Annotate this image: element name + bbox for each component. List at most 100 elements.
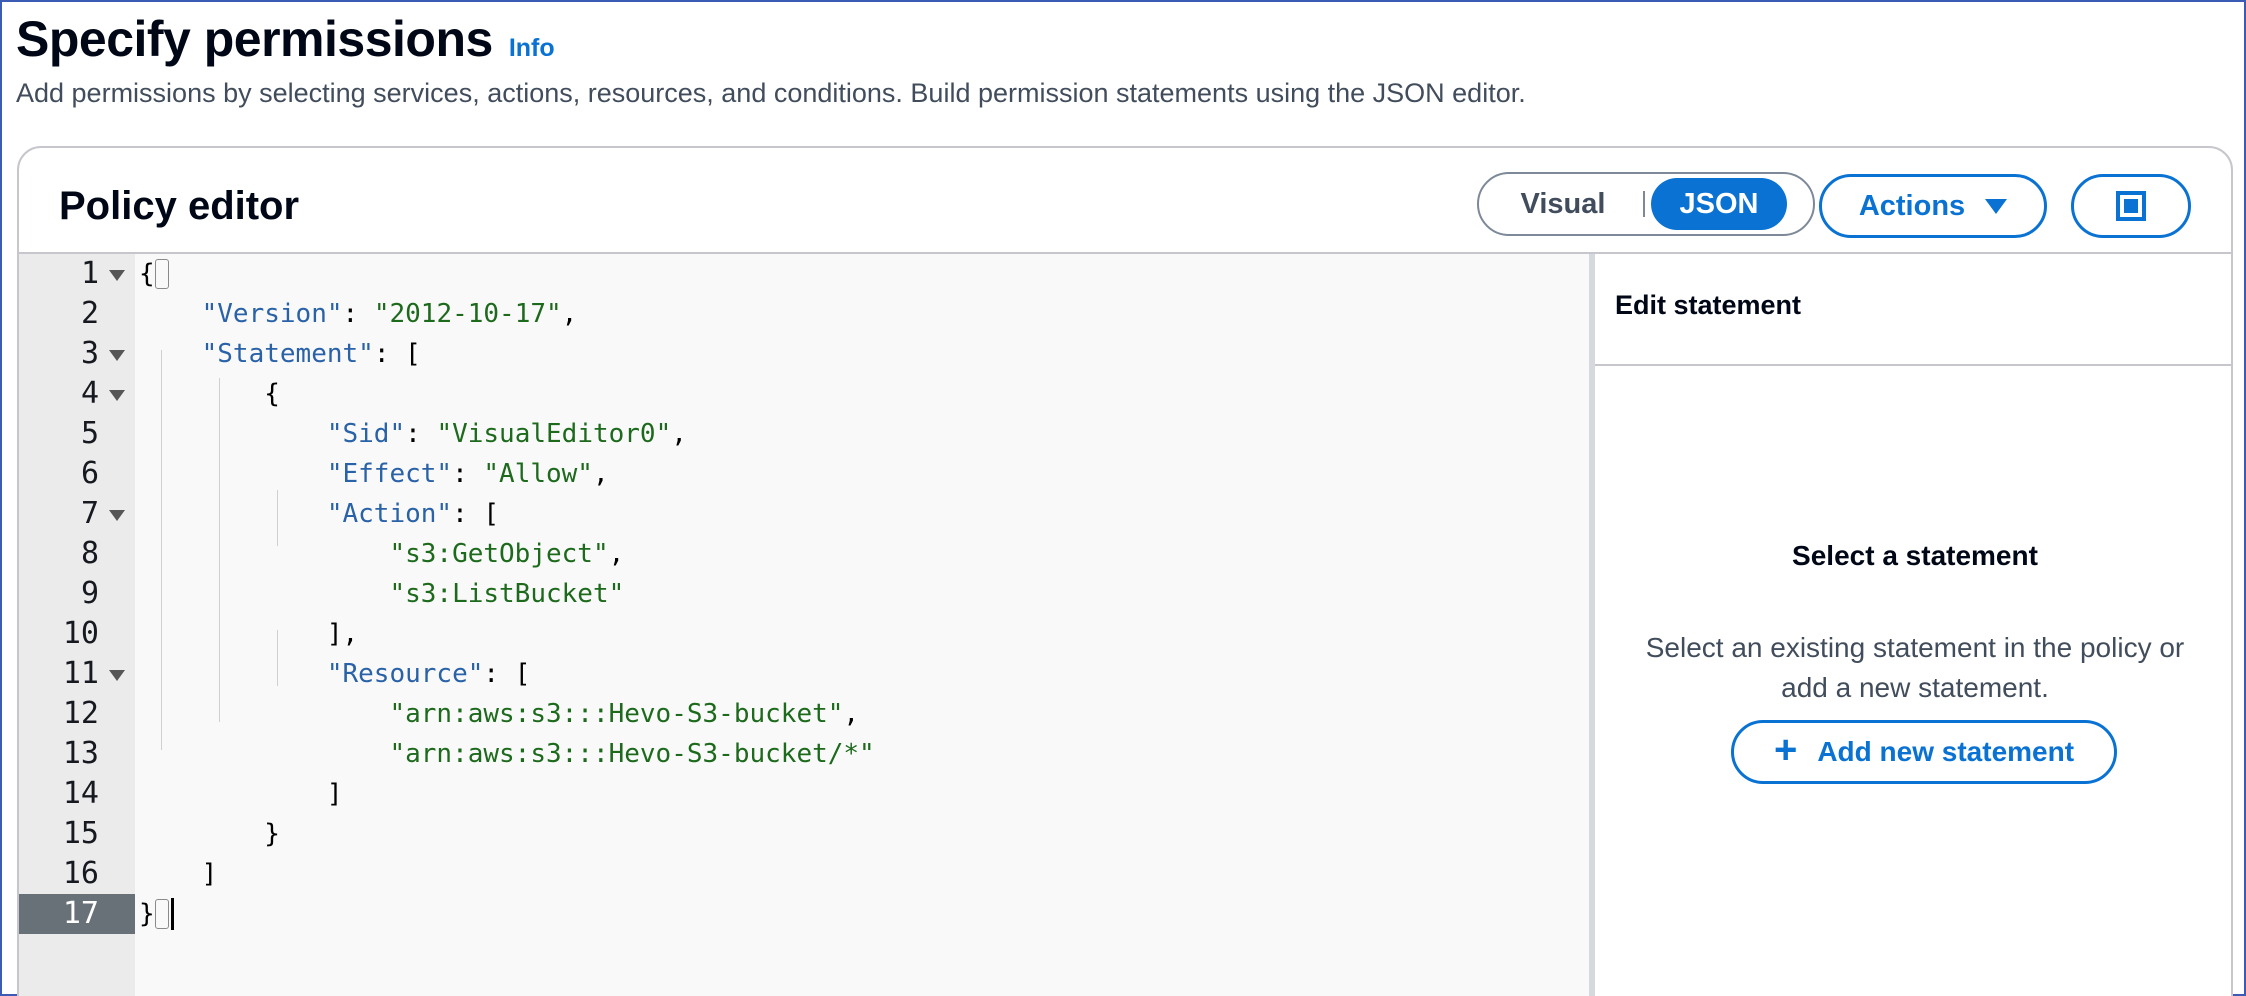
- line-number-text: 4: [80, 376, 99, 411]
- page-description: Add permissions by selecting services, a…: [16, 78, 1526, 108]
- empty-state-title: Select a statement: [1792, 540, 2038, 571]
- json-key: "Action": [326, 499, 453, 529]
- json-key: "Resource": [326, 659, 484, 689]
- json-key: "Effect": [326, 459, 453, 489]
- empty-state-description: Select an existing statement in the poli…: [1645, 632, 2185, 703]
- code-line-1: {: [139, 254, 155, 294]
- fold-toggle-icon[interactable]: [109, 350, 125, 361]
- json-string: "s3:GetObject": [389, 539, 609, 569]
- line-number-text: 15: [62, 816, 99, 851]
- line-number: 5: [19, 414, 135, 454]
- line-number: 8: [19, 534, 135, 574]
- code-line-14: ]: [139, 774, 343, 814]
- code-line-7: "Action": [: [326, 499, 500, 529]
- code-line-15: }: [139, 814, 280, 854]
- policy-editor-header: Policy editor Visual JSON Actions: [19, 148, 2231, 254]
- line-number-text: 10: [62, 616, 99, 651]
- line-number-text: 2: [80, 296, 99, 331]
- caret-down-icon: [1985, 198, 2008, 214]
- policy-editor-container: Policy editor Visual JSON Actions 123456…: [17, 146, 2233, 996]
- fold-toggle-icon[interactable]: [109, 270, 125, 281]
- bracket-match-highlight: [155, 259, 169, 289]
- mode-json-button[interactable]: JSON: [1651, 178, 1787, 230]
- line-number-text: 9: [80, 576, 99, 611]
- code-line-2: "Version": "2012-10-17",: [201, 299, 578, 329]
- text-cursor: [171, 898, 174, 930]
- json-string: "VisualEditor0": [436, 419, 672, 449]
- code-line-4: {: [139, 374, 280, 414]
- code-token: ],: [326, 619, 359, 649]
- line-number-text: 12: [62, 696, 99, 731]
- code-token: {: [139, 259, 155, 289]
- line-number-text: 3: [80, 336, 99, 371]
- split-panel-toggle-button[interactable]: [2071, 174, 2191, 238]
- add-new-statement-button[interactable]: + Add new statement: [1731, 720, 2117, 784]
- plus-icon: +: [1773, 728, 1798, 772]
- line-number-text: 7: [80, 496, 99, 531]
- code-token: {: [264, 379, 280, 409]
- page-header: Specify permissions Info: [16, 10, 555, 68]
- add-new-statement-label: Add new statement: [1817, 736, 2075, 767]
- json-string: "s3:ListBucket": [389, 579, 625, 609]
- code-line-3: "Statement": [: [201, 339, 421, 369]
- code-line-5: "Sid": "VisualEditor0",: [326, 419, 687, 449]
- line-number-text: 6: [80, 456, 99, 491]
- code-token: ]: [326, 779, 343, 809]
- code-line-13: "arn:aws:s3:::Hevo-S3-bucket/*": [139, 734, 875, 774]
- code-line-10: ],: [139, 614, 358, 654]
- line-number: 16: [19, 854, 135, 894]
- line-number: 14: [19, 774, 135, 814]
- json-string: "Allow": [483, 459, 593, 489]
- page-title: Specify permissions: [16, 11, 493, 67]
- info-link[interactable]: Info: [509, 34, 555, 63]
- line-number: 10: [19, 614, 135, 654]
- line-number-text: 11: [62, 656, 99, 691]
- mode-visual-button[interactable]: Visual: [1483, 178, 1643, 230]
- line-number-text: 8: [80, 536, 99, 571]
- json-key: "Version": [201, 299, 343, 329]
- line-number-text: 17: [62, 896, 99, 931]
- json-key: "Sid": [326, 419, 406, 449]
- editor-mode-toggle: Visual JSON: [1477, 172, 1815, 236]
- line-number: 12: [19, 694, 135, 734]
- line-number: 11: [19, 654, 135, 694]
- split-panel-icon: [2116, 191, 2146, 221]
- line-number-text: 14: [62, 776, 99, 811]
- code-line-6: "Effect": "Allow",: [326, 459, 609, 489]
- fold-toggle-icon[interactable]: [109, 390, 125, 401]
- code-line-16: ]: [139, 854, 218, 894]
- actions-label: Actions: [1858, 189, 1966, 222]
- json-key: "Statement": [201, 339, 374, 369]
- code-line-12: "arn:aws:s3:::Hevo-S3-bucket",: [389, 699, 860, 729]
- line-number: 15: [19, 814, 135, 854]
- line-number-text: 13: [62, 736, 99, 771]
- line-number-text: 16: [62, 856, 99, 891]
- bracket-match-highlight: [155, 899, 169, 929]
- code-line-9: "s3:ListBucket": [139, 574, 624, 614]
- line-number: 7: [19, 494, 135, 534]
- code-token: ]: [201, 859, 218, 889]
- fold-toggle-icon[interactable]: [109, 670, 125, 681]
- line-number: 2: [19, 294, 135, 334]
- line-number: 1: [19, 254, 135, 294]
- line-number: 13: [19, 734, 135, 774]
- code-line-8: "s3:GetObject",: [389, 539, 625, 569]
- edit-statement-panel: Edit statement Select a statement Select…: [1595, 254, 2231, 996]
- json-string: "arn:aws:s3:::Hevo-S3-bucket/*": [389, 739, 875, 769]
- fold-toggle-icon[interactable]: [109, 510, 125, 521]
- edit-statement-title: Edit statement: [1615, 290, 1802, 320]
- json-string: "arn:aws:s3:::Hevo-S3-bucket": [389, 699, 844, 729]
- line-number: 3: [19, 334, 135, 374]
- edit-statement-header: Edit statement: [1595, 254, 2231, 366]
- line-number-text: 1: [80, 256, 99, 291]
- json-string: "2012-10-17": [373, 299, 562, 329]
- mode-divider: [1643, 191, 1645, 217]
- code-token: }: [139, 899, 155, 929]
- line-number: 6: [19, 454, 135, 494]
- actions-dropdown-button[interactable]: Actions: [1819, 174, 2047, 238]
- json-code-editor[interactable]: 1 2 3 4 5 6 7 8 9 10 11 12 13 14 15 16 17 { "Version": "…: [19, 254, 1589, 996]
- policy-editor-title: Policy editor: [59, 184, 300, 228]
- code-line-17: }: [139, 894, 155, 934]
- line-number: 9: [19, 574, 135, 614]
- code-token: }: [264, 819, 280, 849]
